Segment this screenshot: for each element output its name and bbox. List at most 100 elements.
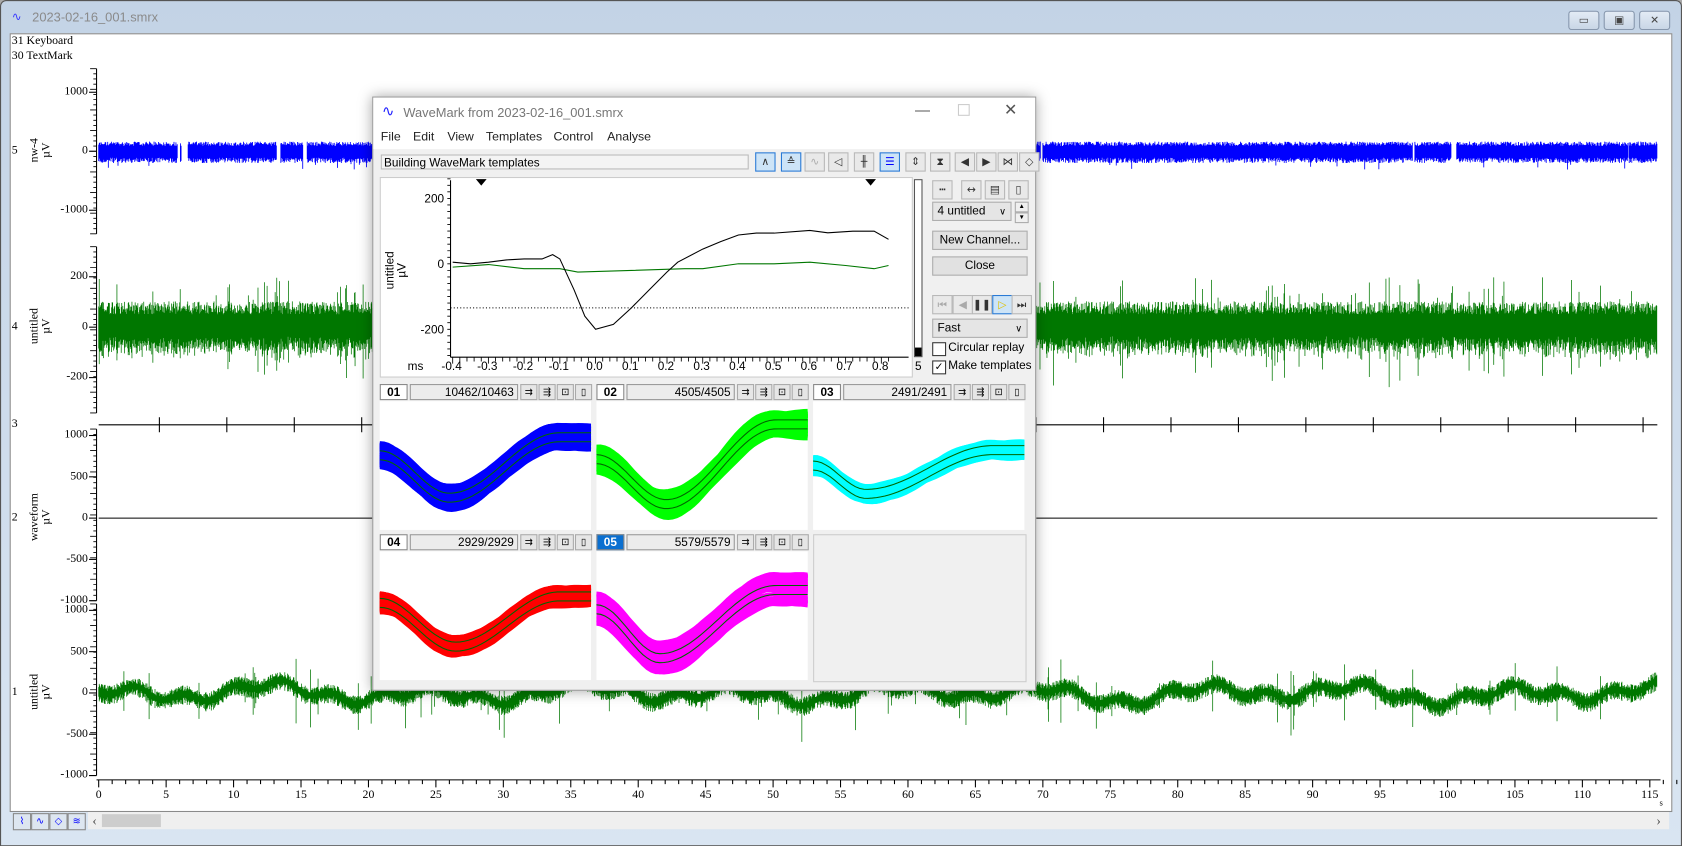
dialog-close-button[interactable]: ✕	[1004, 100, 1017, 119]
lock-icon[interactable]: ⊡	[990, 384, 1008, 401]
trigger-icon[interactable]: ╫	[853, 152, 875, 172]
channel-select[interactable]: 4 untitled ∨	[932, 201, 1012, 221]
wavemark-dialog: ∿ WaveMark from 2023-02-16_001.smrx — ✕ …	[372, 96, 1040, 691]
trash-icon[interactable]: ▯	[574, 384, 593, 401]
menu-templates[interactable]: Templates	[486, 131, 542, 144]
skip-start-icon[interactable]: ⏮	[932, 294, 953, 315]
template-number[interactable]: 05	[596, 534, 625, 551]
time-tick-label: 110	[1573, 788, 1591, 802]
channel-number-2[interactable]: 2	[12, 511, 18, 524]
scrollbar-thumb[interactable]	[101, 814, 161, 828]
lock-icon[interactable]: ⊡	[556, 384, 574, 401]
merge-icon[interactable]: ⇉	[953, 384, 971, 401]
template-number[interactable]: 02	[596, 384, 625, 401]
template-number[interactable]: 03	[813, 384, 841, 401]
template-plot[interactable]	[379, 176, 913, 378]
time-tick-label: 100	[1438, 788, 1457, 802]
speed-select[interactable]: Fast ∨	[932, 318, 1028, 338]
template-waveforms-04[interactable]	[379, 551, 592, 681]
template-header-03: 03 2491/2491 ⇉ ⇶ ⊡ ▯	[813, 384, 1026, 401]
calculator-icon[interactable]: ▤	[984, 180, 1006, 200]
template-count: 10462/10463	[409, 384, 519, 401]
split-icon[interactable]: ⇶	[538, 384, 556, 401]
speaker-icon[interactable]: ◁	[828, 152, 849, 172]
dialog-maximize-button[interactable]	[957, 104, 970, 116]
dialog-title: WaveMark from 2023-02-16_001.smrx	[403, 105, 624, 121]
split-icon[interactable]: ⇶	[755, 384, 773, 401]
template-waveforms-02[interactable]	[596, 401, 808, 530]
lock-icon[interactable]: ⊡	[773, 534, 791, 551]
expand-vertical-icon[interactable]: ⇕	[905, 152, 926, 172]
plot-x-tick-label: 0.1	[621, 360, 639, 374]
template-waveforms-03[interactable]	[813, 401, 1025, 530]
trash-icon[interactable]: ▯	[574, 534, 593, 551]
scroll-right-button[interactable]: ›	[1656, 812, 1661, 829]
play-icon[interactable]: ▷	[992, 294, 1013, 315]
time-tick-label: 105	[1506, 788, 1524, 802]
pause-icon[interactable]: ❚❚	[971, 294, 993, 315]
channel-number-5[interactable]: 5	[12, 144, 18, 157]
channel-number-1[interactable]: 1	[12, 685, 18, 698]
skip-end-icon[interactable]: ⏭	[1011, 294, 1032, 315]
split-icon[interactable]: ⇶	[538, 534, 556, 551]
expand-icon[interactable]: ◇	[49, 813, 68, 831]
slider-thumb[interactable]	[915, 347, 922, 357]
template-number[interactable]: 01	[379, 384, 408, 401]
lock-icon[interactable]: ⊡	[556, 534, 574, 551]
make-templates-checkbox[interactable]: ✓	[932, 360, 947, 375]
merge-icon[interactable]: ⇉	[520, 384, 538, 401]
trash-icon[interactable]: ▯	[1008, 384, 1026, 401]
new-channel-button[interactable]: New Channel...	[932, 230, 1028, 250]
lock-icon[interactable]: ⊡	[773, 384, 791, 401]
close-dialog-button[interactable]: Close	[932, 256, 1028, 276]
menu-file[interactable]: File	[381, 131, 401, 144]
peak-up-icon[interactable]: ∧	[755, 152, 776, 172]
circular-replay-checkbox[interactable]	[932, 342, 947, 357]
waveform-icon[interactable]: ⌇	[12, 813, 32, 831]
spike-shape-icon[interactable]: ∿	[31, 813, 50, 831]
template-number[interactable]: 04	[379, 534, 408, 551]
arrow-right-icon[interactable]: ▶	[976, 152, 997, 172]
trash-icon[interactable]: ▯	[1008, 180, 1029, 200]
merge-icon[interactable]: ⇉	[736, 534, 755, 551]
width-icon[interactable]: ↔	[961, 180, 982, 200]
dialog-minimize-button[interactable]: —	[915, 101, 930, 118]
horizontal-scrollbar[interactable]: ‹ ›	[87, 812, 1670, 830]
template-waveforms-01[interactable]	[379, 401, 592, 530]
y-tick-label: 1000	[64, 84, 88, 98]
time-tick-label: 80	[1171, 788, 1184, 802]
plot-x-tick-label: -0.3	[477, 360, 498, 374]
merge-icon[interactable]: ⇉	[736, 384, 755, 401]
arrow-left-icon[interactable]: ◀	[954, 152, 976, 172]
overdraw-icon[interactable]: ☰	[879, 152, 900, 172]
menu-view[interactable]: View	[447, 131, 474, 144]
menu-edit[interactable]: Edit	[413, 131, 434, 144]
expand-horizontal-icon[interactable]: ◇	[1019, 152, 1040, 172]
trash-icon[interactable]: ▯	[791, 534, 809, 551]
compress-icon[interactable]: ≋	[67, 813, 86, 831]
compress-vertical-icon[interactable]: ⧗	[930, 152, 951, 172]
time-tick-label: 50	[767, 788, 779, 802]
spin-down-button[interactable]: ▼	[1014, 212, 1029, 224]
compress-horizontal-icon[interactable]: ⋈	[997, 152, 1018, 172]
spin-up-button[interactable]: ▲	[1014, 201, 1029, 213]
channel-number-3[interactable]: 3	[12, 417, 18, 430]
template-waveforms-05[interactable]	[596, 551, 808, 681]
menu-control[interactable]: Control	[554, 131, 594, 144]
merge-icon[interactable]: ⇉	[520, 534, 538, 551]
peak-both-icon[interactable]: ≙	[780, 152, 802, 172]
split-icon[interactable]: ⇶	[755, 534, 773, 551]
y-tick-label: 0	[82, 319, 88, 333]
split-icon[interactable]: ⇶	[971, 384, 990, 401]
trash-icon[interactable]: ▯	[791, 384, 809, 401]
time-axis-ticks	[98, 779, 1678, 788]
menu-analyse[interactable]: Analyse	[607, 131, 651, 144]
time-tick-label: 35	[564, 788, 577, 802]
wave-icon[interactable]: ∿	[804, 152, 825, 172]
lines-icon[interactable]: ┅	[932, 180, 953, 200]
scroll-left-button[interactable]: ‹	[92, 812, 97, 829]
step-back-icon[interactable]: ◀	[952, 294, 973, 315]
channel-number-4[interactable]: 4	[12, 320, 18, 333]
time-tick-label: 65	[969, 788, 982, 802]
threshold-slider[interactable]	[913, 179, 923, 358]
